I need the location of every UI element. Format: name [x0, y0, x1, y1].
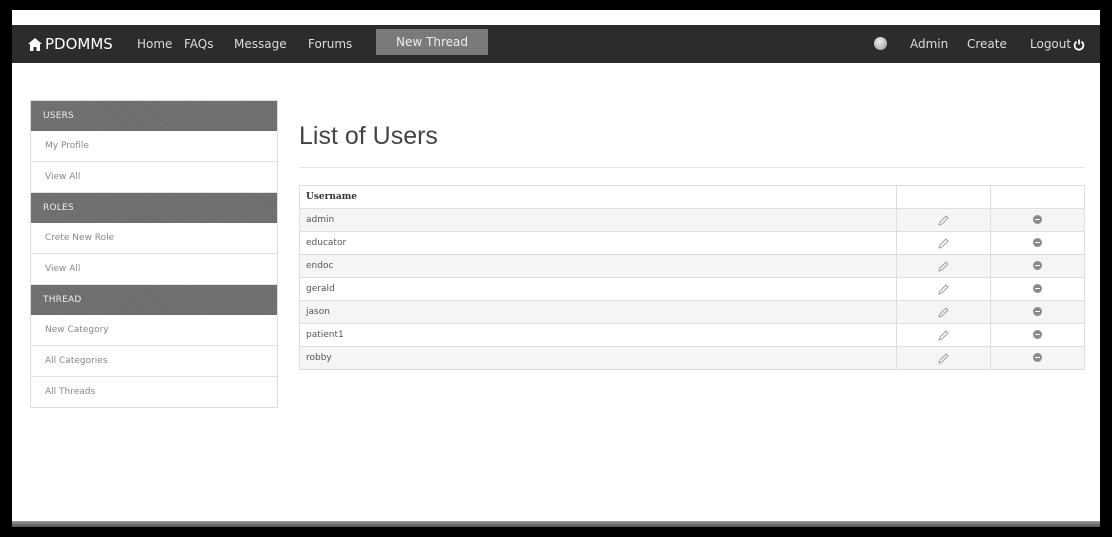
brand-link[interactable]: PDOMMS: [28, 25, 113, 63]
remove-icon[interactable]: [1033, 215, 1042, 224]
sidebar-item-all-threads[interactable]: All Threads: [31, 377, 277, 407]
delete-column-header: [990, 185, 1085, 209]
nav-message[interactable]: Message: [234, 25, 287, 63]
nav-create[interactable]: Create: [967, 25, 1007, 63]
pencil-icon[interactable]: [938, 260, 949, 272]
username-cell: jason: [299, 300, 897, 324]
username-cell: robby: [299, 346, 897, 370]
users-table-body: admin educator endoc gerald jason patient1 rob…: [299, 208, 1085, 370]
browser-viewport: PDOMMS Home FAQs Message Forums New Thre…: [12, 10, 1100, 527]
table-row: educator: [299, 231, 1085, 255]
table-header-row: Username: [299, 185, 1085, 209]
table-row: patient1: [299, 323, 1085, 347]
brand-label: PDOMMS: [45, 35, 113, 53]
delete-cell: [990, 254, 1085, 278]
pencil-icon[interactable]: [938, 283, 949, 295]
globe-icon[interactable]: [874, 37, 887, 50]
edit-cell: [896, 323, 991, 347]
remove-icon[interactable]: [1033, 330, 1042, 339]
sidebar-heading-users: USERS: [31, 101, 277, 131]
pencil-icon[interactable]: [938, 352, 949, 364]
nav-forums[interactable]: Forums: [308, 25, 352, 63]
delete-cell: [990, 208, 1085, 232]
username-cell: educator: [299, 231, 897, 255]
delete-cell: [990, 277, 1085, 301]
remove-icon[interactable]: [1033, 238, 1042, 247]
edit-cell: [896, 208, 991, 232]
remove-icon[interactable]: [1033, 307, 1042, 316]
table-row: admin: [299, 208, 1085, 232]
users-table: Username admin educator endoc gerald jason pa…: [299, 185, 1085, 370]
table-row: jason: [299, 300, 1085, 324]
delete-cell: [990, 300, 1085, 324]
table-row: endoc: [299, 254, 1085, 278]
nav-new-thread[interactable]: New Thread: [376, 29, 488, 55]
pencil-icon[interactable]: [938, 237, 949, 249]
sidebar: USERS My Profile View All ROLES Crete Ne…: [30, 100, 278, 408]
nav-faqs[interactable]: FAQs: [184, 25, 214, 63]
username-column-header: Username: [299, 185, 897, 209]
home-icon: [28, 38, 42, 51]
edit-cell: [896, 346, 991, 370]
pencil-icon[interactable]: [938, 329, 949, 341]
sidebar-heading-roles: ROLES: [31, 193, 277, 223]
username-cell: gerald: [299, 277, 897, 301]
logout-label: Logout: [1030, 37, 1072, 51]
delete-cell: [990, 323, 1085, 347]
username-cell: endoc: [299, 254, 897, 278]
sidebar-heading-thread: THREAD: [31, 285, 277, 315]
nav-admin[interactable]: Admin: [910, 25, 948, 63]
pencil-icon[interactable]: [938, 214, 949, 226]
sidebar-item-view-all-roles[interactable]: View All: [31, 254, 277, 285]
nav-home[interactable]: Home: [137, 25, 172, 63]
sidebar-item-view-all-users[interactable]: View All: [31, 162, 277, 193]
top-navbar: PDOMMS Home FAQs Message Forums New Thre…: [12, 25, 1100, 63]
remove-icon[interactable]: [1033, 261, 1042, 270]
edit-cell: [896, 277, 991, 301]
delete-cell: [990, 231, 1085, 255]
remove-icon[interactable]: [1033, 353, 1042, 362]
edit-cell: [896, 300, 991, 324]
taskbar: [12, 521, 1100, 527]
table-row: robby: [299, 346, 1085, 370]
power-icon: [1073, 39, 1085, 51]
sidebar-item-new-category[interactable]: New Category: [31, 315, 277, 346]
delete-cell: [990, 346, 1085, 370]
page-title: List of Users: [299, 122, 438, 150]
edit-column-header: [896, 185, 991, 209]
table-row: gerald: [299, 277, 1085, 301]
edit-cell: [896, 231, 991, 255]
sidebar-item-my-profile[interactable]: My Profile: [31, 131, 277, 162]
username-cell: admin: [299, 208, 897, 232]
username-cell: patient1: [299, 323, 897, 347]
nav-logout[interactable]: Logout: [1030, 25, 1085, 63]
edit-cell: [896, 254, 991, 278]
sidebar-item-all-categories[interactable]: All Categories: [31, 346, 277, 377]
pencil-icon[interactable]: [938, 306, 949, 318]
sidebar-item-create-role[interactable]: Crete New Role: [31, 223, 277, 254]
title-divider: [299, 167, 1085, 168]
remove-icon[interactable]: [1033, 284, 1042, 293]
